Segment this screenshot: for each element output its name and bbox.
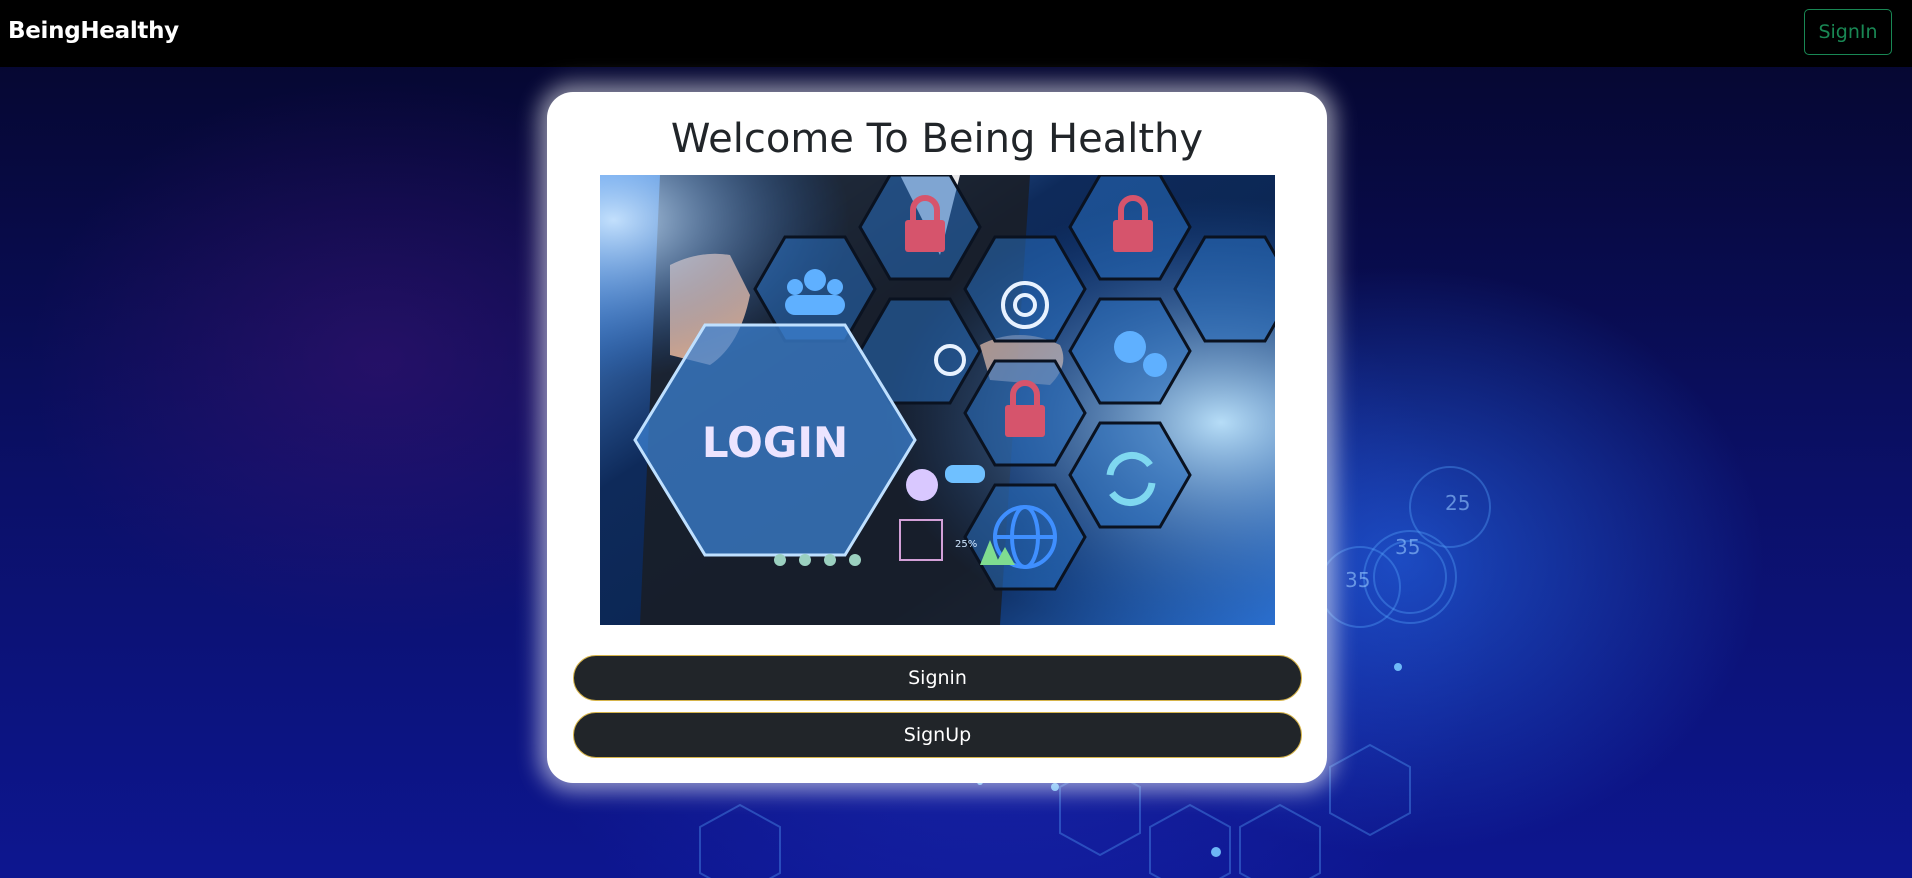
hud-number: 25 <box>1445 491 1470 515</box>
signup-button[interactable]: SignUp <box>573 712 1302 758</box>
login-hero-text: LOGIN <box>702 418 848 467</box>
pie-chart-icon <box>906 469 938 501</box>
welcome-card: Welcome To Being Healthy LOGIN 25% Signi… <box>547 92 1327 783</box>
navbar-signin-button[interactable]: SignIn <box>1804 9 1892 55</box>
brand-logo[interactable]: BeingHealthy <box>8 18 179 44</box>
hero-chart-label: 25% <box>955 539 977 550</box>
handshake-icon <box>945 465 985 483</box>
login-hero-image: LOGIN 25% <box>600 175 1275 625</box>
signin-button[interactable]: Signin <box>573 655 1302 701</box>
hud-number: 35 <box>1395 535 1420 559</box>
navbar: BeingHealthy SignIn <box>0 0 1912 67</box>
page-title: Welcome To Being Healthy <box>670 116 1204 162</box>
hud-number: 35 <box>1345 568 1370 592</box>
